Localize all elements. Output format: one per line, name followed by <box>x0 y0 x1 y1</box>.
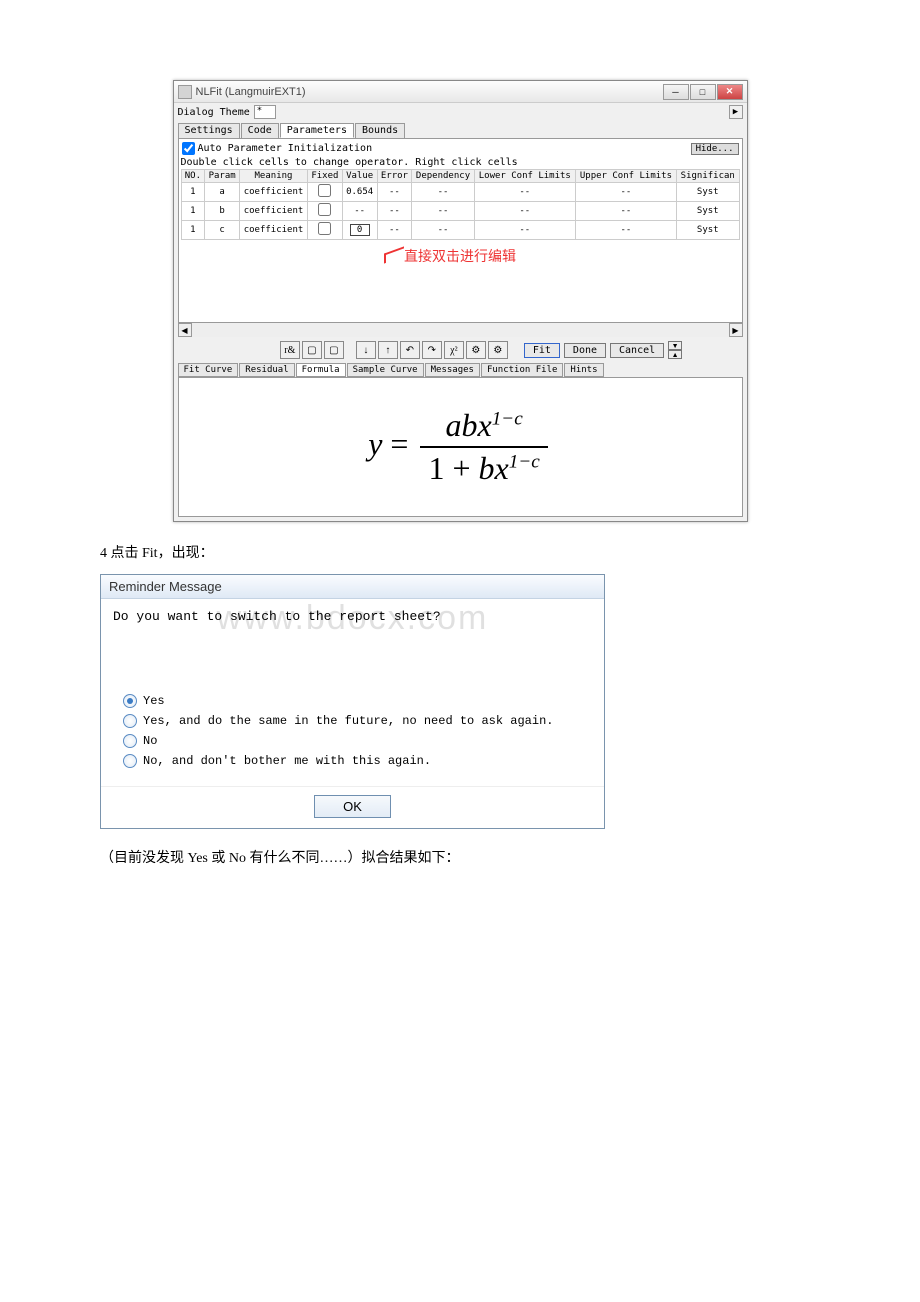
tab-function-file[interactable]: Function File <box>481 363 563 377</box>
fixed-checkbox[interactable] <box>318 222 331 235</box>
tab-bounds[interactable]: Bounds <box>355 123 405 138</box>
value-cell-editing: 0 <box>350 224 370 236</box>
app-icon <box>178 85 192 99</box>
col-value: Value <box>342 170 377 183</box>
col-no: NO. <box>181 170 205 183</box>
hide-button[interactable]: Hide... <box>691 143 739 155</box>
chi-icon[interactable]: χ² <box>444 341 464 359</box>
red-annotation: 直接双击进行编辑 <box>404 246 516 266</box>
fixed-checkbox[interactable] <box>318 184 331 197</box>
formula-display: y = abx1−c 1 + bx1−c <box>368 405 552 489</box>
radio-no[interactable]: No <box>123 734 592 748</box>
tab-formula[interactable]: Formula <box>296 363 346 377</box>
tab-code[interactable]: Code <box>241 123 279 138</box>
reminder-title: Reminder Message <box>101 575 604 599</box>
horizontal-scrollbar[interactable]: ◀ ▶ <box>178 323 743 337</box>
toolbar: r& ▢ ▢ ↓ ↑ ↶ ↷ χ² ⚙ ⚙ Fit Done Cancel ▼ … <box>174 337 747 363</box>
radio-icon[interactable] <box>123 714 137 728</box>
auto-init-checkbox[interactable] <box>182 142 195 155</box>
radio-yes-future[interactable]: Yes, and do the same in the future, no n… <box>123 714 592 728</box>
table-row[interactable]: 1 c coefficient 0 -- -- -- -- Syst <box>181 221 739 240</box>
caption-2: （目前没发现 Yes 或 No 有什么不同……）拟合结果如下： <box>100 847 820 867</box>
radio-icon[interactable] <box>123 694 137 708</box>
spinner-up-icon[interactable]: ▲ <box>668 350 682 359</box>
upper-tabs: Settings Code Parameters Bounds <box>174 121 747 138</box>
tab-settings[interactable]: Settings <box>178 123 240 138</box>
scroll-right-icon[interactable]: ▶ <box>729 323 743 337</box>
tool-icon[interactable]: ↓ <box>356 341 376 359</box>
tool-icon[interactable]: ▢ <box>302 341 322 359</box>
minimize-button[interactable]: ─ <box>663 84 689 100</box>
radio-icon[interactable] <box>123 734 137 748</box>
col-meaning: Meaning <box>240 170 308 183</box>
col-dependency: Dependency <box>412 170 474 183</box>
spinner-down-icon[interactable]: ▼ <box>668 341 682 350</box>
tab-hints[interactable]: Hints <box>564 363 603 377</box>
radio-yes[interactable]: Yes <box>123 694 592 708</box>
expand-arrow-icon[interactable]: ▶ <box>729 105 743 119</box>
radio-icon[interactable] <box>123 754 137 768</box>
parameters-panel: Auto Parameter Initialization Hide... Do… <box>178 138 743 323</box>
hint-text: Double click cells to change operator. R… <box>181 156 740 169</box>
lower-tabs: Fit Curve Residual Formula Sample Curve … <box>178 363 743 377</box>
caption-1: 4 点击 Fit，出现： <box>100 542 820 562</box>
tab-fit-curve[interactable]: Fit Curve <box>178 363 239 377</box>
reminder-dialog: Reminder Message www.bdocx.com Do you wa… <box>100 574 605 829</box>
tab-parameters[interactable]: Parameters <box>280 123 354 138</box>
tool-icon[interactable]: ⚙ <box>488 341 508 359</box>
col-fixed: Fixed <box>307 170 342 183</box>
tab-messages[interactable]: Messages <box>425 363 480 377</box>
dialog-theme-row: Dialog Theme * ▶ <box>174 103 747 121</box>
ok-button[interactable]: OK <box>314 795 391 818</box>
parameters-table: NO. Param Meaning Fixed Value Error Depe… <box>181 169 740 240</box>
tool-icon[interactable]: ⚙ <box>466 341 486 359</box>
radio-group: Yes Yes, and do the same in the future, … <box>123 694 592 768</box>
undo-icon[interactable]: ↶ <box>400 341 420 359</box>
cancel-button[interactable]: Cancel <box>610 343 664 358</box>
formula-panel: y = abx1−c 1 + bx1−c <box>178 377 743 517</box>
radio-no-future[interactable]: No, and don't bother me with this again. <box>123 754 592 768</box>
dialog-theme-label: Dialog Theme <box>178 107 250 118</box>
titlebar: NLFit (LangmuirEXT1) ─ □ ✕ <box>174 81 747 103</box>
close-button[interactable]: ✕ <box>717 84 743 100</box>
fixed-checkbox[interactable] <box>318 203 331 216</box>
dialog-theme-input[interactable]: * <box>254 105 276 119</box>
col-ucl: Upper Conf Limits <box>575 170 676 183</box>
reminder-question: Do you want to switch to the report shee… <box>113 609 592 624</box>
col-error: Error <box>377 170 412 183</box>
tab-residual[interactable]: Residual <box>239 363 294 377</box>
tool-icon[interactable]: ▢ <box>324 341 344 359</box>
table-row[interactable]: 1 a coefficient 0.654 -- -- -- -- Syst <box>181 183 739 202</box>
fit-button[interactable]: Fit <box>524 343 560 358</box>
done-button[interactable]: Done <box>564 343 606 358</box>
table-row[interactable]: 1 b coefficient -- -- -- -- -- Syst <box>181 202 739 221</box>
redo-icon[interactable]: ↷ <box>422 341 442 359</box>
tab-sample-curve[interactable]: Sample Curve <box>347 363 424 377</box>
tool-icon[interactable]: ↑ <box>378 341 398 359</box>
col-sig: Significan <box>677 170 739 183</box>
annotation-area: 直接双击进行编辑 <box>181 240 740 320</box>
spinner: ▼ ▲ <box>668 341 682 359</box>
col-param: Param <box>205 170 240 183</box>
tool-icon[interactable]: r& <box>280 341 300 359</box>
nlfit-dialog: NLFit (LangmuirEXT1) ─ □ ✕ Dialog Theme … <box>173 80 748 522</box>
window-title: NLFit (LangmuirEXT1) <box>196 86 663 98</box>
maximize-button[interactable]: □ <box>690 84 716 100</box>
col-lcl: Lower Conf Limits <box>474 170 575 183</box>
auto-init-label: Auto Parameter Initialization <box>198 143 373 154</box>
scroll-left-icon[interactable]: ◀ <box>178 323 192 337</box>
